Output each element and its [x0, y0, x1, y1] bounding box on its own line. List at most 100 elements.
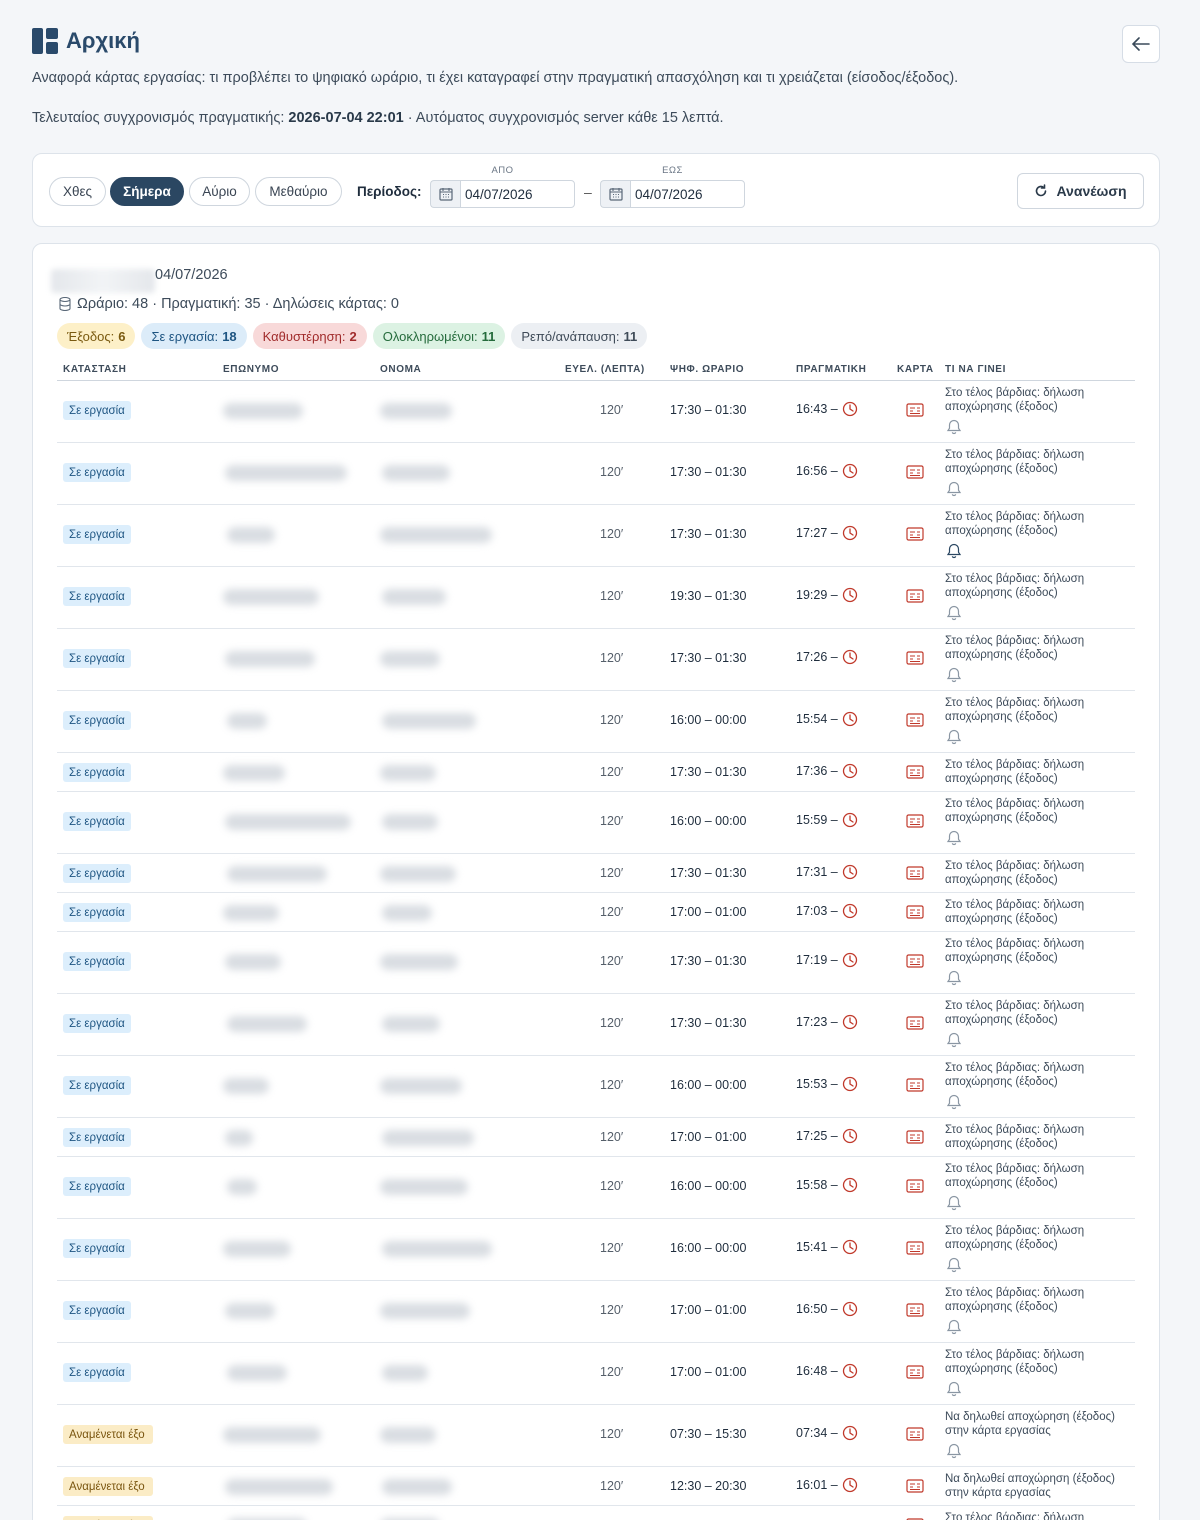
table-row[interactable]: Σε εργασία 120′ 16:00 – 00:00 15:59 – Στο τέ… [57, 792, 1135, 854]
chip-day-after-tomorrow[interactable]: Μεθαύριο [255, 177, 342, 206]
table-row[interactable]: Σε εργασία 120′ 17:30 – 01:30 17:23 – Στο τέ… [57, 994, 1135, 1056]
time-card-icon[interactable] [906, 713, 924, 727]
chip-yesterday[interactable]: Χθες [49, 177, 106, 206]
bell-icon[interactable] [945, 604, 963, 622]
table-row[interactable]: Σε εργασία 120′ 19:30 – 01:30 19:29 – Στο τέ… [57, 567, 1135, 629]
time-card-icon[interactable] [906, 1130, 924, 1144]
badge-exit[interactable]: Έξοδος: 6 [57, 323, 136, 349]
badge-at-work[interactable]: Σε εργασία: 18 [141, 323, 247, 349]
table-row[interactable]: Σε εργασία 120′ 16:00 – 00:00 15:41 – Στο τέ… [57, 1219, 1135, 1281]
badge-completed[interactable]: Ολοκληρωμένοι: 11 [372, 323, 506, 349]
col-header-todo[interactable]: ΤΙ ΝΑ ΓΙΝΕΙ [945, 364, 1006, 375]
table-row[interactable]: Σε εργασία 120′ 17:30 – 01:30 17:31 – Στο τέ… [57, 854, 1135, 893]
surname-redacted [227, 1179, 257, 1195]
table-row[interactable]: Αναμένεται έξο120′Στο τέλος βάρδιας: δήλ… [57, 1506, 1135, 1520]
table-row[interactable]: Σε εργασία 120′ 17:30 – 01:30 17:26 – Στο τέ… [57, 629, 1135, 691]
col-header-name[interactable]: ΟΝΟΜΑ [380, 364, 421, 375]
time-card-icon[interactable] [906, 1303, 924, 1317]
digital-schedule: 17:00 – 01:00 [670, 1365, 747, 1379]
table-row[interactable]: Σε εργασία 120′ 17:30 – 01:30 17:27 – Στο τέ… [57, 505, 1135, 567]
firstname-redacted [380, 1078, 462, 1094]
badge-late[interactable]: Καθυστέρηση: 2 [252, 323, 367, 349]
time-card-icon[interactable] [906, 1016, 924, 1030]
bell-icon[interactable] [945, 829, 963, 847]
digital-schedule: 17:30 – 01:30 [670, 527, 747, 541]
time-card-icon[interactable] [906, 905, 924, 919]
time-card-icon[interactable] [906, 954, 924, 968]
bell-icon[interactable] [945, 1442, 963, 1460]
clock-icon [842, 1477, 857, 1493]
row-status-pill: Σε εργασία [63, 1177, 131, 1196]
date-to-group: ΕΩΣ [600, 165, 745, 208]
col-header-flex-minutes[interactable]: ΕΥΕΛ. (ΛΕΠΤΑ) [565, 364, 645, 375]
surname-redacted [227, 527, 275, 543]
time-card-icon[interactable] [906, 1365, 924, 1379]
row-status-pill: Σε εργασία [63, 1128, 131, 1147]
table-row[interactable]: Σε εργασία 120′ 17:30 – 01:30 17:19 – Στο τέ… [57, 932, 1135, 994]
time-card-icon[interactable] [906, 527, 924, 541]
bell-icon[interactable] [945, 1093, 963, 1111]
bell-icon[interactable] [945, 1380, 963, 1398]
bell-icon[interactable] [945, 1194, 963, 1212]
time-card-icon[interactable] [906, 1479, 924, 1493]
todo-text: Στο τέλος βάρδιας: δήλωση αποχώρησης (έξ… [945, 449, 1085, 475]
bell-icon[interactable] [945, 666, 963, 684]
date-to-caption: ΕΩΣ [662, 165, 683, 176]
digital-schedule: 16:00 – 00:00 [670, 713, 747, 727]
flex-minutes: 120′ [600, 1179, 624, 1193]
firstname-redacted [382, 905, 432, 921]
time-card-icon[interactable] [906, 403, 924, 417]
todo-text: Στο τέλος βάρδιας: δήλωση [945, 1512, 1085, 1520]
time-card-icon[interactable] [906, 651, 924, 665]
bell-icon[interactable] [945, 1031, 963, 1049]
table-row[interactable]: Σε εργασία 120′ 16:00 – 00:00 15:54 – Στο τέ… [57, 691, 1135, 753]
table-row[interactable]: Σε εργασία 120′ 17:00 – 01:00 16:50 – Στο τέ… [57, 1281, 1135, 1343]
bell-icon[interactable] [945, 418, 963, 436]
table-row[interactable]: Σε εργασία 120′ 17:30 – 01:30 16:43 – Στο τέ… [57, 381, 1135, 443]
bell-icon[interactable] [945, 728, 963, 746]
bell-icon[interactable] [945, 1318, 963, 1336]
back-button[interactable] [1122, 25, 1160, 63]
date-to-input[interactable] [630, 180, 745, 208]
col-header-surname[interactable]: ΕΠΩΝΥΜΟ [223, 364, 279, 375]
time-card-icon[interactable] [906, 866, 924, 880]
table-row[interactable]: Σε εργασία 120′ 16:00 – 00:00 15:58 – Στο τέ… [57, 1157, 1135, 1219]
date-from-input[interactable] [460, 180, 575, 208]
time-card-icon[interactable] [906, 589, 924, 603]
col-header-status[interactable]: ΚΑΤΑΣΤΑΣΗ [63, 364, 126, 375]
table-row[interactable]: Σε εργασία 120′ 16:00 – 00:00 15:53 – Στο τέ… [57, 1056, 1135, 1118]
row-status-pill: Σε εργασία [63, 1363, 131, 1382]
time-card-icon[interactable] [906, 1427, 924, 1441]
time-card-icon[interactable] [906, 1179, 924, 1193]
table-row[interactable]: Αναμένεται έξο 120′ 12:30 – 20:30 16:01 – Να… [57, 1467, 1135, 1506]
actual-time: 19:29 – [796, 587, 858, 603]
calendar-icon[interactable] [430, 180, 460, 208]
col-header-card[interactable]: ΚΑΡΤΑ [897, 364, 934, 375]
time-card-icon[interactable] [906, 465, 924, 479]
bell-icon[interactable] [945, 480, 963, 498]
bell-icon[interactable] [945, 969, 963, 987]
chip-tomorrow[interactable]: Αύριο [189, 177, 250, 206]
col-header-actual[interactable]: ΠΡΑΓΜΑΤΙΚΗ [796, 364, 866, 375]
badge-rest[interactable]: Ρεπό/ανάπαυση: 11 [511, 323, 648, 349]
chip-today[interactable]: Σήμερα [110, 177, 184, 206]
bell-icon[interactable] [945, 542, 963, 560]
table-row[interactable]: Σε εργασία 120′ 17:30 – 01:30 16:56 – Στο τέ… [57, 443, 1135, 505]
refresh-button[interactable]: Ανανέωση [1017, 173, 1144, 209]
time-card-icon[interactable] [906, 814, 924, 828]
table-row[interactable]: Σε εργασία 120′ 17:00 – 01:00 16:48 – Στο τέ… [57, 1343, 1135, 1405]
col-header-digital-schedule[interactable]: ΨΗΦ. ΩΡΑΡΙΟ [670, 364, 744, 375]
table-row[interactable]: Αναμένεται έξο 120′ 07:30 – 15:30 07:34 – Να… [57, 1405, 1135, 1467]
table-row[interactable]: Σε εργασία 120′ 17:00 – 01:00 17:03 – Στο τέ… [57, 893, 1135, 932]
table-row[interactable]: Σε εργασία 120′ 17:30 – 01:30 17:36 – Στο τέ… [57, 753, 1135, 792]
time-card-icon[interactable] [906, 1078, 924, 1092]
clock-icon [842, 1076, 857, 1092]
calendar-icon[interactable] [600, 180, 630, 208]
table-row[interactable]: Σε εργασία 120′ 17:00 – 01:00 17:25 – Στο τέ… [57, 1118, 1135, 1157]
time-card-icon[interactable] [906, 1241, 924, 1255]
surname-redacted [223, 1427, 321, 1443]
time-card-icon[interactable] [906, 765, 924, 779]
surname-redacted [223, 905, 279, 921]
clock-icon [842, 864, 857, 880]
bell-icon[interactable] [945, 1256, 963, 1274]
